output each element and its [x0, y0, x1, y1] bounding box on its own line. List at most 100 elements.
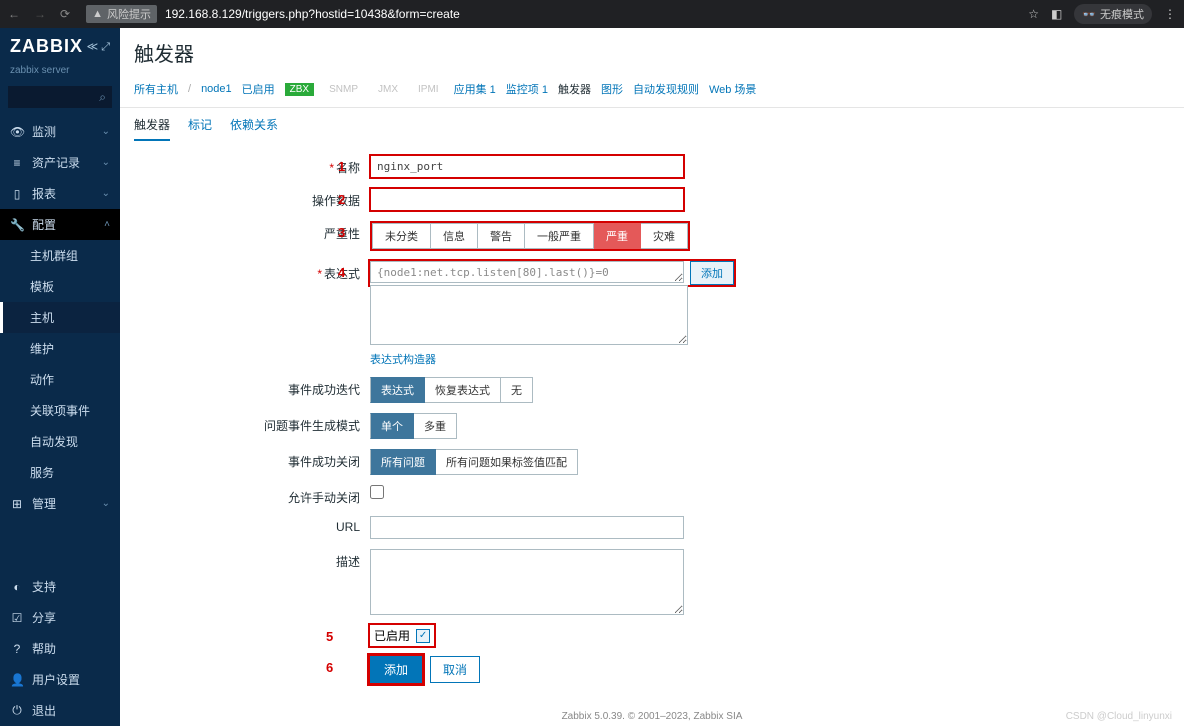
sub-discovery[interactable]: 自动发现	[0, 426, 120, 457]
sidebar-search[interactable]: ⌕	[8, 86, 112, 108]
zabbix-logo[interactable]: ZABBIX	[10, 36, 83, 57]
cancel-button[interactable]: 取消	[430, 656, 480, 683]
tab-deps[interactable]: 依赖关系	[230, 116, 278, 141]
input-url[interactable]	[370, 516, 684, 539]
sub-maintenance[interactable]: 维护	[0, 333, 120, 364]
label-manual-close: 允许手动关闭	[288, 491, 360, 505]
search-icon[interactable]: ⌕	[99, 90, 106, 105]
search-input[interactable]	[8, 86, 112, 108]
nav-share[interactable]: ☑分享	[0, 602, 120, 633]
crumb-items[interactable]: 监控项 1	[506, 81, 548, 97]
problem-mode-single[interactable]: 单个	[370, 413, 414, 439]
main-content: 触发器 所有主机/ node1 已启用 ZBX SNMP JMX IPMI 应用…	[120, 28, 1184, 726]
hint-4: 4	[338, 265, 345, 280]
star-icon[interactable]: ☆	[1028, 7, 1039, 21]
crumb-graphs[interactable]: 图形	[601, 81, 623, 97]
crumb-node[interactable]: node1	[201, 83, 232, 95]
sub-hostgroups[interactable]: 主机群组	[0, 240, 120, 271]
problem-mode-group: 单个 多重	[370, 413, 457, 439]
enabled-wrap[interactable]: 已启用 ✓	[370, 625, 434, 646]
hint-6: 6	[326, 660, 333, 675]
nav-reports[interactable]: ▯报表⌄	[0, 178, 120, 209]
nav-config[interactable]: 🔧配置˄	[0, 209, 120, 240]
sub-templates[interactable]: 模板	[0, 271, 120, 302]
expression-constructor-link[interactable]: 表达式构造器	[370, 351, 436, 367]
server-name: zabbix server	[0, 65, 120, 82]
label-url: URL	[336, 520, 360, 534]
problem-mode-multiple[interactable]: 多重	[414, 413, 457, 439]
label-description: 描述	[336, 555, 360, 569]
nav-monitor[interactable]: 👁监测⌄	[0, 116, 120, 147]
nav-support[interactable]: ◐支持	[0, 571, 120, 602]
crumb-enabled[interactable]: 已启用	[242, 81, 275, 97]
crumb-triggers: 触发器	[558, 81, 591, 97]
sev-average[interactable]: 一般严重	[525, 223, 594, 249]
ok-event-none[interactable]: 无	[501, 377, 533, 403]
sev-high[interactable]: 严重	[594, 223, 641, 249]
add-button[interactable]: 添加	[370, 656, 422, 683]
badge-zbx: ZBX	[285, 83, 314, 96]
crumb-apps[interactable]: 应用集 1	[454, 81, 496, 97]
sub-actions[interactable]: 动作	[0, 364, 120, 395]
label-ok-event: 事件成功迭代	[288, 383, 360, 397]
nav-help[interactable]: ?帮助	[0, 633, 120, 664]
input-opdata[interactable]	[370, 188, 684, 211]
panel-icon[interactable]: ◧	[1051, 7, 1062, 21]
sidebar: ZABBIX ≪ ⤢ zabbix server ⌕ 👁监测⌄ ≡资产记录⌄ ▯…	[0, 28, 120, 726]
badge-ipmi: IPMI	[413, 83, 444, 96]
hint-3: 3	[338, 225, 345, 240]
sev-warning[interactable]: 警告	[478, 223, 525, 249]
footer-text: Zabbix 5.0.39. © 2001–2023, Zabbix SIA	[120, 711, 1184, 722]
label-opdata: 操作数据	[312, 194, 360, 208]
input-description[interactable]	[370, 549, 684, 615]
url-text[interactable]: 192.168.8.129/triggers.php?hostid=10438&…	[165, 7, 460, 21]
tab-tags[interactable]: 标记	[188, 116, 212, 141]
breadcrumb: 所有主机/ node1 已启用 ZBX SNMP JMX IPMI 应用集 1 …	[120, 75, 1184, 108]
sev-unclassified[interactable]: 未分类	[372, 223, 431, 249]
badge-jmx: JMX	[373, 83, 403, 96]
tab-trigger[interactable]: 触发器	[134, 116, 170, 141]
input-name[interactable]	[370, 155, 684, 178]
nav-admin[interactable]: ⊞管理⌄	[0, 488, 120, 519]
ok-close-all[interactable]: 所有问题	[370, 449, 436, 475]
crumb-allhosts[interactable]: 所有主机	[134, 81, 178, 97]
nav-usersettings[interactable]: 👤用户设置	[0, 664, 120, 695]
forward-icon[interactable]: →	[34, 7, 46, 21]
badge-snmp: SNMP	[324, 83, 363, 96]
reload-icon[interactable]: ⟳	[60, 7, 70, 21]
ok-event-group: 表达式 恢复表达式 无	[370, 377, 533, 403]
nav-inventory[interactable]: ≡资产记录⌄	[0, 147, 120, 178]
browser-toolbar: ← → ⟳ ▲ 风险提示 192.168.8.129/triggers.php?…	[0, 0, 1184, 28]
incognito-badge[interactable]: 👓 无痕模式	[1074, 4, 1152, 24]
expression-area[interactable]	[370, 285, 688, 345]
manual-close-checkbox[interactable]	[370, 485, 384, 499]
severity-group: 未分类 信息 警告 一般严重 严重 灾难	[370, 221, 690, 251]
hint-2: 2	[338, 192, 345, 207]
label-problem-mode: 问题事件生成模式	[264, 419, 360, 433]
input-expression[interactable]: {node1:net.tcp.listen[80].last()}=0	[370, 261, 684, 283]
sev-disaster[interactable]: 灾难	[641, 223, 688, 249]
ok-close-tag[interactable]: 所有问题如果标签值匹配	[436, 449, 578, 475]
menu-icon[interactable]: ⋮	[1164, 7, 1176, 21]
collapse-icon[interactable]: ≪ ⤢	[87, 40, 110, 54]
page-title: 触发器	[120, 28, 1184, 75]
sev-info[interactable]: 信息	[431, 223, 478, 249]
ok-event-recovery[interactable]: 恢复表达式	[425, 377, 501, 403]
label-ok-close: 事件成功关闭	[288, 455, 360, 469]
watermark: CSDN @Cloud_linyunxi	[1066, 711, 1172, 722]
hint-1: 1	[338, 159, 345, 174]
ok-event-expr[interactable]: 表达式	[370, 377, 425, 403]
back-icon[interactable]: ←	[8, 7, 20, 21]
security-warning[interactable]: ▲ 风险提示	[86, 5, 157, 23]
add-expression-button[interactable]: 添加	[690, 261, 734, 285]
trigger-form: *名称 1 操作数据 2 严重性 3 未分	[170, 141, 870, 707]
sub-services[interactable]: 服务	[0, 457, 120, 488]
sub-hosts[interactable]: 主机	[0, 302, 120, 333]
crumb-discovery[interactable]: 自动发现规则	[633, 81, 699, 97]
tabs: 触发器 标记 依赖关系	[120, 108, 1184, 141]
crumb-web[interactable]: Web 场景	[709, 81, 756, 97]
ok-close-group: 所有问题 所有问题如果标签值匹配	[370, 449, 578, 475]
nav-logout[interactable]: ⏻退出	[0, 695, 120, 726]
sub-correlation[interactable]: 关联项事件	[0, 395, 120, 426]
enabled-checkbox[interactable]: ✓	[416, 629, 430, 643]
